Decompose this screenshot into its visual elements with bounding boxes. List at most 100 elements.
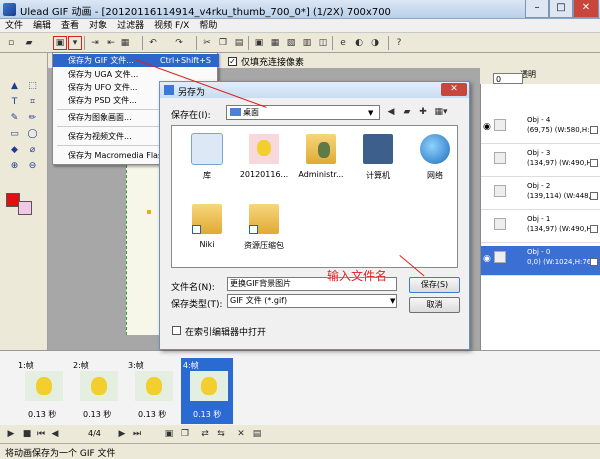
background-color-swatch[interactable] <box>18 201 32 215</box>
frame-duration[interactable]: 0.13 秒 <box>28 409 56 420</box>
new-file-icon[interactable]: ▫ <box>4 36 18 50</box>
brush-tool-icon[interactable]: ✎ <box>8 112 21 125</box>
zoom-in-tool-icon[interactable]: ⊕ <box>8 160 21 173</box>
file-item[interactable]: 资源压缩包 <box>233 200 293 264</box>
export-icon[interactable]: ⇤ <box>104 36 118 50</box>
zoom-out-tool-icon[interactable]: ⊖ <box>26 160 39 173</box>
file-item[interactable]: 网络 <box>404 130 464 194</box>
first-frame-icon[interactable]: ⏮ <box>34 427 48 441</box>
object-row[interactable]: Obj - 1 (134,97) (W:490,H: <box>481 213 600 243</box>
play-icon[interactable]: ▶ <box>4 427 18 441</box>
visible-eye-icon[interactable]: ◉ <box>483 122 491 132</box>
transparent-input[interactable]: 0 <box>493 73 523 84</box>
minimize-button[interactable]: – <box>525 0 549 18</box>
file-item[interactable]: 20120116... <box>233 130 293 194</box>
frame-thumb[interactable]: 1:帧 0.13 秒 <box>16 358 68 424</box>
import-icon[interactable]: ⇥ <box>88 36 102 50</box>
up-folder-icon[interactable]: ▰ <box>400 105 414 119</box>
ellipse-tool-icon[interactable]: ◯ <box>26 128 39 141</box>
duplicate-frame-icon[interactable]: ▥ <box>300 36 314 50</box>
stop-icon[interactable]: ■ <box>20 427 34 441</box>
text-tool-icon[interactable]: T <box>8 96 21 109</box>
frame-duration[interactable]: 0.13 秒 <box>193 409 221 420</box>
undo-icon[interactable]: ↶ <box>146 36 160 50</box>
file-list[interactable]: 库 20120116... Administr... 计算机 网络 Niki 资… <box>171 125 458 268</box>
web-icon[interactable]: ◐ <box>352 36 366 50</box>
object-checkbox[interactable] <box>590 159 598 167</box>
menu-edit[interactable]: 编辑 <box>28 19 56 33</box>
prev-frame-icon[interactable]: ◀ <box>48 427 62 441</box>
frame-props-icon[interactable]: ▤ <box>250 427 264 441</box>
object-checkbox[interactable] <box>590 258 598 266</box>
library-folder-icon <box>191 133 223 165</box>
file-item[interactable]: 库 <box>176 130 236 194</box>
object-row-selected[interactable]: ◉ Obj - 0 0,0) (W:1024,H:76 <box>481 246 600 276</box>
object-checkbox[interactable] <box>590 225 598 233</box>
new-folder-icon[interactable]: ✚ <box>416 105 430 119</box>
paste-icon[interactable]: ▤ <box>232 36 246 50</box>
object-row[interactable]: Obj - 2 (139,114) (W:448,H <box>481 180 600 210</box>
menu-video-fx[interactable]: 视频 F/X <box>149 19 194 33</box>
save-dropdown-icon[interactable]: ▾ <box>68 36 82 50</box>
open-in-editor-checkbox[interactable] <box>172 326 181 335</box>
fill-connected-checkbox[interactable]: ✓ <box>228 57 237 66</box>
delete-frame-icon[interactable]: ✕ <box>234 427 248 441</box>
save-icon[interactable]: ▣ <box>53 36 67 50</box>
image-canvas[interactable] <box>126 160 160 335</box>
add-frame-icon[interactable]: ▣ <box>162 427 176 441</box>
menu-help[interactable]: 帮助 <box>194 19 222 33</box>
frame-thumb[interactable]: 3:帧 0.13 秒 <box>126 358 178 424</box>
add-frame-icon[interactable]: ▦ <box>268 36 282 50</box>
maximize-button[interactable]: □ <box>549 0 573 18</box>
open-folder-icon[interactable]: ▰ <box>22 36 36 50</box>
object-checkbox[interactable] <box>590 192 598 200</box>
frame-thumb-selected[interactable]: 4:帧 0.13 秒 <box>181 358 233 424</box>
frame-thumb[interactable]: 2:帧 0.13 秒 <box>71 358 123 424</box>
select-tool-icon[interactable]: ⬚ <box>26 80 39 93</box>
help-icon[interactable]: ? <box>392 36 406 50</box>
delete-frame-icon[interactable]: ▧ <box>284 36 298 50</box>
back-icon[interactable]: ◀ <box>384 105 398 119</box>
file-item[interactable]: 计算机 <box>347 130 407 194</box>
menu-file[interactable]: 文件 <box>0 19 28 33</box>
last-frame-icon[interactable]: ⏭ <box>130 427 144 441</box>
filetype-dropdown[interactable]: GIF 文件 (*.gif) <box>227 294 397 308</box>
redo-icon[interactable]: ↷ <box>172 36 186 50</box>
rect-tool-icon[interactable]: ▭ <box>8 128 21 141</box>
filename-label: 文件名(N): <box>171 283 215 293</box>
menu-filter[interactable]: 过滤器 <box>112 19 149 33</box>
menu-view[interactable]: 查看 <box>56 19 84 33</box>
file-item[interactable]: Niki <box>176 200 236 264</box>
cut-icon[interactable]: ✂ <box>200 36 214 50</box>
dialog-close-button[interactable]: ✕ <box>441 83 467 96</box>
tween-frame-icon[interactable]: ⇄ <box>198 427 212 441</box>
optimize-icon[interactable]: ◑ <box>368 36 382 50</box>
fill-tool-icon[interactable]: ◆ <box>8 144 21 157</box>
frame-duration[interactable]: 0.13 秒 <box>138 409 166 420</box>
close-button[interactable]: ✕ <box>573 0 599 18</box>
crop-tool-icon[interactable]: ⌗ <box>26 96 39 109</box>
save-in-dropdown[interactable]: 桌面 <box>226 105 380 120</box>
object-row[interactable]: ◉ Obj - 4 (69,75) (W:580,H:6 <box>481 114 600 144</box>
pointer-tool-icon[interactable]: ▲ <box>8 80 21 93</box>
next-frame-icon[interactable]: ▶ <box>115 427 129 441</box>
copy-frame-icon[interactable]: ❐ <box>178 427 192 441</box>
ie-icon[interactable]: e <box>336 36 350 50</box>
copy-icon[interactable]: ❐ <box>216 36 230 50</box>
wizard-icon[interactable]: ▦ <box>118 36 132 50</box>
menu-object[interactable]: 对象 <box>84 19 112 33</box>
eyedropper-tool-icon[interactable]: ⌀ <box>26 144 39 157</box>
pencil-tool-icon[interactable]: ✏ <box>26 112 39 125</box>
tween-icon[interactable]: ◫ <box>316 36 330 50</box>
menu-save-uga[interactable]: 保存为 UGA 文件... <box>53 68 219 81</box>
cancel-button[interactable]: 取消 <box>409 297 460 313</box>
file-item[interactable]: Administr... <box>290 130 350 194</box>
reverse-icon[interactable]: ⇆ <box>214 427 228 441</box>
view-menu-icon[interactable]: ▦▾ <box>432 105 450 119</box>
object-row[interactable]: Obj - 3 (134,97) (W:490,H: <box>481 147 600 177</box>
visible-eye-icon[interactable]: ◉ <box>483 254 491 264</box>
save-button[interactable]: 保存(S) <box>409 277 460 293</box>
frame-duration[interactable]: 0.13 秒 <box>83 409 111 420</box>
object-checkbox[interactable] <box>590 126 598 134</box>
frame-icon[interactable]: ▣ <box>252 36 266 50</box>
